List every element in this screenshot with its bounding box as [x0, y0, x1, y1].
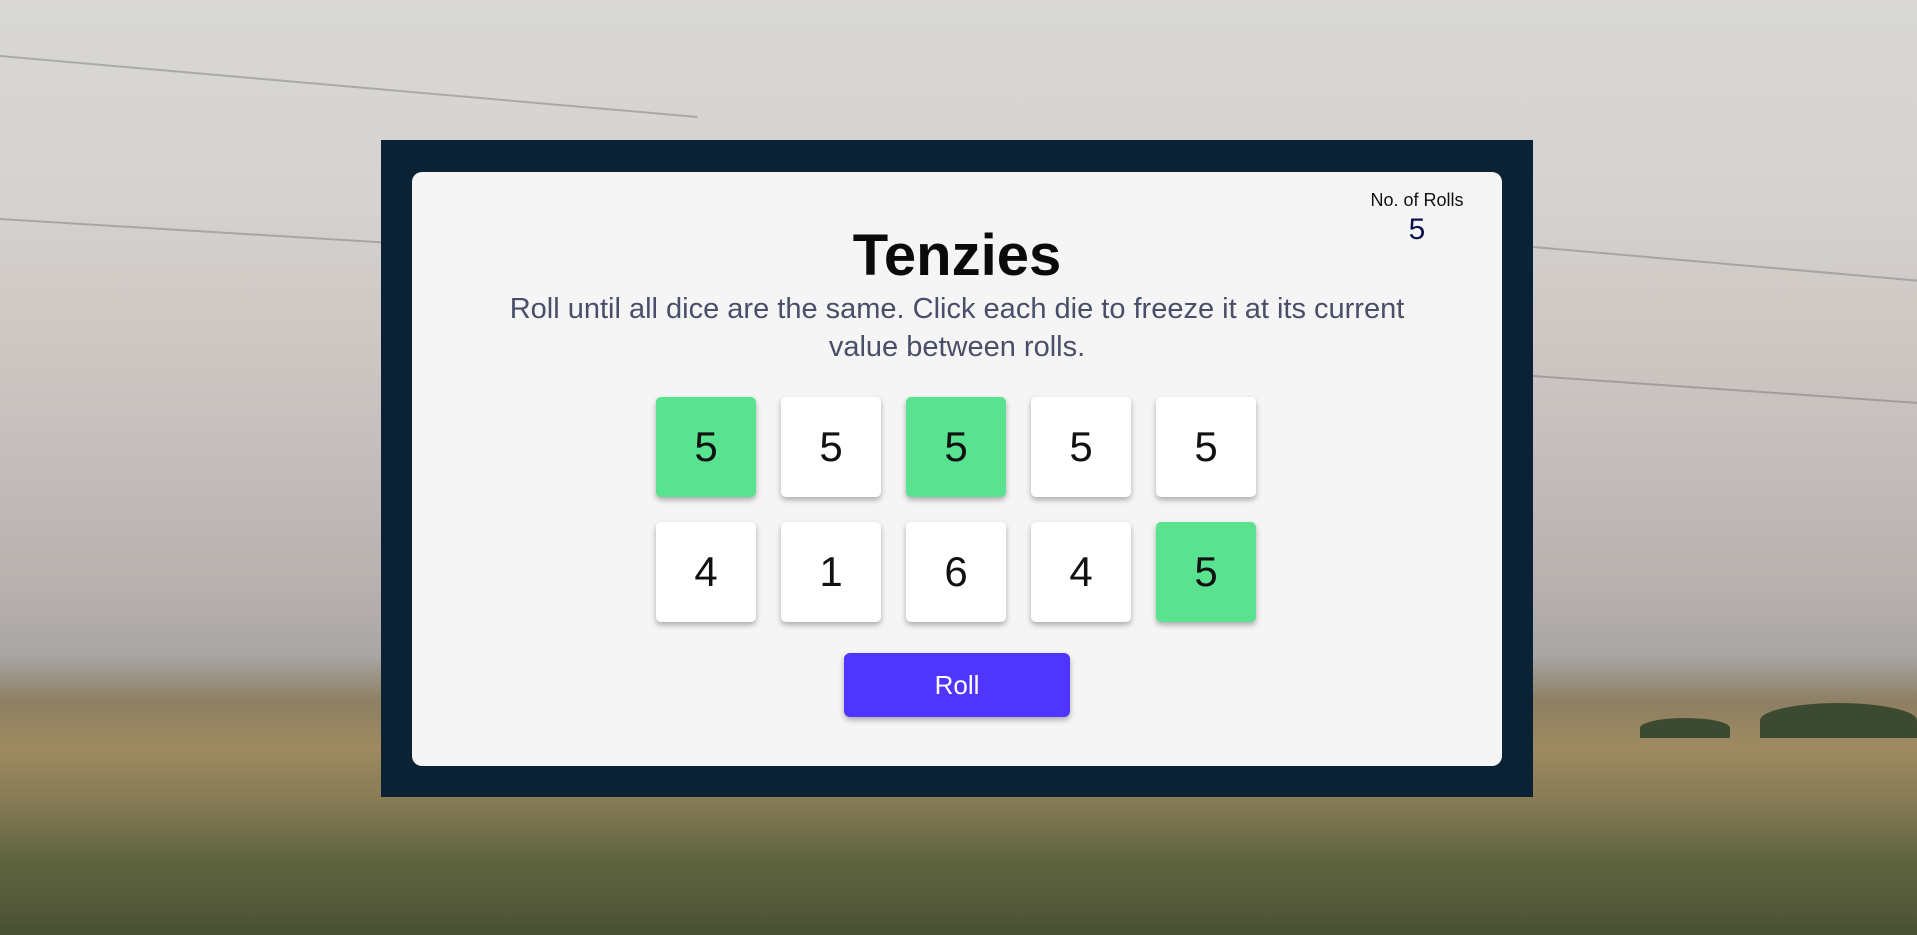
die-held[interactable]: 5	[1156, 522, 1256, 622]
dice-grid: 5 5 5 5 5 4 1 6 4 5	[656, 397, 1256, 622]
tree-line	[1640, 718, 1730, 738]
die[interactable]: 5	[781, 397, 881, 497]
die[interactable]: 4	[1031, 522, 1131, 622]
die[interactable]: 5	[1031, 397, 1131, 497]
die-held[interactable]: 5	[656, 397, 756, 497]
die-held[interactable]: 5	[906, 397, 1006, 497]
power-line	[0, 218, 420, 246]
die[interactable]: 6	[906, 522, 1006, 622]
tree-line	[1760, 703, 1917, 738]
power-line	[1532, 246, 1917, 283]
instructions-text: Roll until all dice are the same. Click …	[509, 293, 1405, 363]
power-line	[0, 55, 698, 119]
power-line	[1532, 375, 1917, 405]
page-title: Tenzies	[852, 223, 1062, 288]
die[interactable]: 4	[656, 522, 756, 622]
roll-button[interactable]: Roll	[844, 653, 1070, 717]
game-card: No. of Rolls 5 Tenzies Roll until all di…	[412, 172, 1502, 766]
rolls-label: No. of Rolls	[1370, 190, 1464, 210]
die[interactable]: 1	[781, 522, 881, 622]
die[interactable]: 5	[1156, 397, 1256, 497]
